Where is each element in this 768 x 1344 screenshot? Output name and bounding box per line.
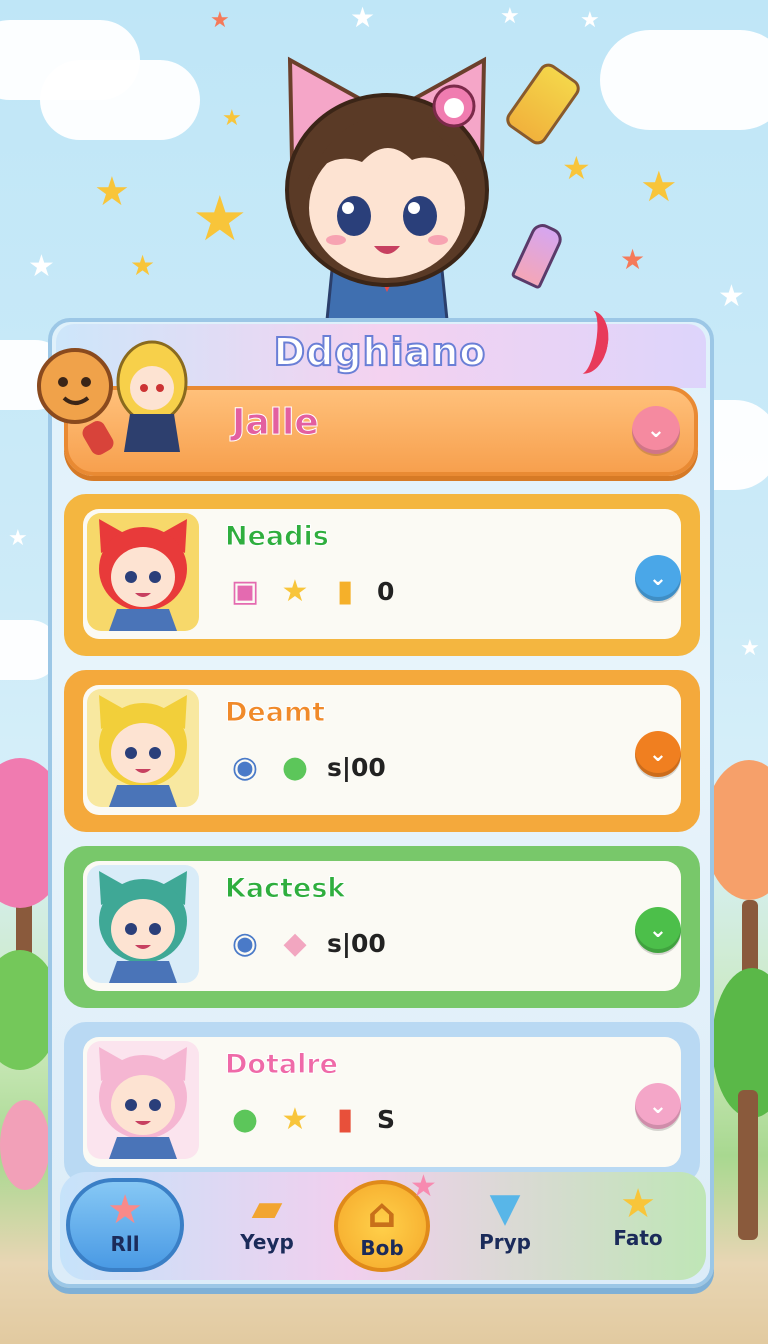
card-value: s|00 — [327, 928, 386, 958]
nav-label: Fato — [613, 1226, 663, 1250]
player-avatar — [37, 340, 188, 455]
character-card[interactable]: Dotalre ● ★ ▮ S ⌄ — [64, 1022, 700, 1184]
character-card[interactable]: Deamt ◉ ● s|00 ⌄ — [64, 670, 700, 832]
card-title: Dotalre — [225, 1049, 339, 1081]
chevron-down-icon[interactable]: ⌄ — [632, 406, 680, 454]
nav-item-fato[interactable]: ★ Fato — [590, 1182, 686, 1250]
card-items: ◉ ◆ s|00 — [225, 923, 386, 963]
character-card[interactable]: Neadis ▣ ★ ▮ 0 ⌄ — [64, 494, 700, 656]
character-card[interactable]: Kactesk ◉ ◆ s|00 ⌄ — [64, 846, 700, 1008]
folder-icon: ▰ — [251, 1185, 283, 1231]
star-decoration: ★ — [192, 182, 248, 255]
nav-label: Yeyp — [240, 1230, 294, 1254]
star-decoration: ★ — [640, 162, 678, 211]
chevron-down-icon[interactable]: ⌄ — [635, 1083, 681, 1129]
star-decoration: ★ — [94, 169, 130, 215]
character-avatar — [87, 513, 199, 631]
card-value: 0 — [377, 576, 395, 606]
slime-icon: ● — [231, 1101, 259, 1137]
nav-label: Pryp — [479, 1230, 531, 1254]
tag-icon: ▼ — [489, 1185, 521, 1231]
character-avatar — [87, 1041, 199, 1159]
juice-icon: ▮ — [336, 573, 354, 609]
star-decoration: ★ — [350, 1, 376, 34]
chevron-down-icon[interactable]: ⌄ — [635, 907, 681, 953]
nav-item-yeyp[interactable]: ▰ Yeyp — [222, 1186, 312, 1254]
star-decoration: ★ — [28, 249, 55, 284]
star-icon: ★ — [620, 1181, 656, 1227]
user-name: Jalle — [232, 402, 320, 444]
star-decoration: ★ — [410, 1169, 437, 1204]
nav-item-rll[interactable]: ★ Rll — [66, 1178, 184, 1272]
star-decoration: ★ — [130, 249, 156, 282]
character-avatar — [87, 689, 199, 807]
slime-icon: ● — [281, 749, 309, 785]
page-title: Ddghiano — [273, 329, 487, 375]
star-decoration: ★ — [222, 106, 242, 131]
card-title: Neadis — [225, 521, 330, 553]
brush-decoration — [510, 220, 566, 290]
nav-label: Rll — [110, 1232, 140, 1256]
star-decoration: ★ — [562, 149, 591, 187]
scroll-icon: ◉ — [231, 749, 259, 785]
star-icon: ★ — [281, 1101, 309, 1137]
popsicle-icon: ▮ — [336, 1101, 354, 1137]
cake-icon: ◆ — [283, 925, 307, 961]
card-value: s|00 — [327, 752, 386, 782]
gift-icon: ▣ — [230, 573, 260, 609]
nav-item-pryp[interactable]: ▼ Pryp — [460, 1186, 550, 1254]
nav-label: Bob — [360, 1236, 404, 1260]
character-avatar — [87, 865, 199, 983]
star-icon: ★ — [107, 1187, 143, 1233]
star-decoration: ★ — [740, 636, 760, 661]
card-items: ◉ ● s|00 — [225, 747, 386, 787]
star-decoration: ★ — [718, 279, 745, 314]
star-decoration: ★ — [500, 4, 520, 29]
card-title: Deamt — [225, 697, 326, 729]
star-decoration: ★ — [8, 526, 28, 551]
card-items: ▣ ★ ▮ 0 — [225, 571, 395, 611]
popsicle-decoration — [502, 59, 584, 149]
star-decoration: ★ — [620, 243, 646, 276]
mascot-character — [285, 56, 489, 330]
card-value: S — [377, 1104, 396, 1134]
star-decoration: ★ — [580, 8, 600, 33]
star-decoration: ★ — [210, 8, 230, 33]
card-title: Kactesk — [224, 873, 346, 905]
chevron-down-icon[interactable]: ⌄ — [635, 731, 681, 777]
star-icon: ★ — [281, 573, 309, 609]
chevron-down-icon[interactable]: ⌄ — [635, 555, 681, 601]
scroll-icon: ◉ — [231, 925, 259, 961]
card-items: ● ★ ▮ S — [225, 1099, 395, 1139]
